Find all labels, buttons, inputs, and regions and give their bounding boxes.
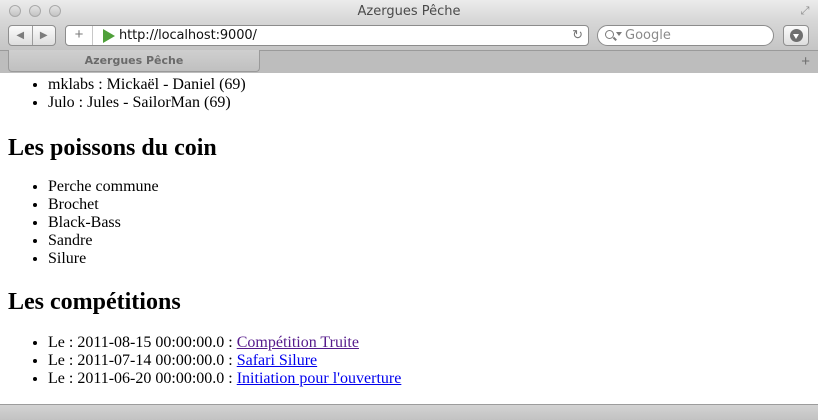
tab-azergues-peche[interactable]: Azergues Pêche <box>8 50 260 72</box>
competition-date: Le : 2011-08-15 00:00:00.0 : <box>48 334 237 351</box>
search-field[interactable]: Google <box>597 25 774 46</box>
window-title: Azergues Pêche <box>357 4 461 19</box>
competition-date: Le : 2011-07-14 00:00:00.0 : <box>48 352 237 369</box>
forward-button[interactable]: ▶ <box>31 26 56 45</box>
members-list: mklabs : Mickaël - Daniel (69) Julo : Ju… <box>0 76 818 112</box>
download-icon <box>790 29 803 42</box>
window-titlebar: Azergues Pêche ⤢ <box>0 0 818 22</box>
search-placeholder: Google <box>625 28 671 43</box>
competitions-list: Le : 2011-08-15 00:00:00.0 : Compétition… <box>0 334 818 388</box>
list-item: Le : 2011-08-15 00:00:00.0 : Compétition… <box>48 334 818 352</box>
competition-link[interactable]: Compétition Truite <box>237 334 359 351</box>
competition-link[interactable]: Initiation pour l'ouverture <box>237 370 402 387</box>
tab-label: Azergues Pêche <box>84 54 184 67</box>
fullscreen-icon[interactable]: ⤢ <box>798 4 812 18</box>
forward-arrow-icon: ▶ <box>39 30 48 41</box>
list-item: Julo : Jules - SailorMan (69) <box>48 94 818 112</box>
address-bar[interactable]: + http://localhost:9000/ ↻ <box>65 25 589 46</box>
reload-icon[interactable]: ↻ <box>572 27 583 43</box>
list-item: Silure <box>48 250 818 268</box>
play-icon <box>103 29 115 43</box>
competition-link[interactable]: Safari Silure <box>237 352 317 369</box>
back-arrow-icon: ◀ <box>16 30 25 41</box>
list-item: Le : 2011-06-20 00:00:00.0 : Initiation … <box>48 370 818 388</box>
status-bar <box>0 404 818 420</box>
search-icon <box>605 30 614 39</box>
downloads-button[interactable] <box>783 25 809 46</box>
url-text[interactable]: http://localhost:9000/ <box>119 28 257 43</box>
back-button[interactable]: ◀ <box>9 26 32 45</box>
list-item: Black-Bass <box>48 214 818 232</box>
list-item: Brochet <box>48 196 818 214</box>
chevron-down-icon[interactable] <box>616 32 622 36</box>
browser-toolbar: ◀ ▶ + http://localhost:9000/ ↻ Google <box>0 22 818 50</box>
list-item: mklabs : Mickaël - Daniel (69) <box>48 76 818 94</box>
add-bookmark-icon[interactable]: + <box>66 26 93 45</box>
competition-date: Le : 2011-06-20 00:00:00.0 : <box>48 370 237 387</box>
list-item: Sandre <box>48 232 818 250</box>
navigation-buttons: ◀ ▶ <box>8 25 56 46</box>
list-item: Le : 2011-07-14 00:00:00.0 : Safari Silu… <box>48 352 818 370</box>
tab-bar: Azergues Pêche + <box>0 50 818 73</box>
page-content: mklabs : Mickaël - Daniel (69) Julo : Ju… <box>0 73 818 404</box>
fish-heading: Les poissons du coin <box>8 135 217 161</box>
competitions-heading: Les compétitions <box>8 289 181 315</box>
list-item: Perche commune <box>48 178 818 196</box>
fish-list: Perche commune Brochet Black-Bass Sandre… <box>0 178 818 268</box>
new-tab-button[interactable]: + <box>801 54 810 69</box>
